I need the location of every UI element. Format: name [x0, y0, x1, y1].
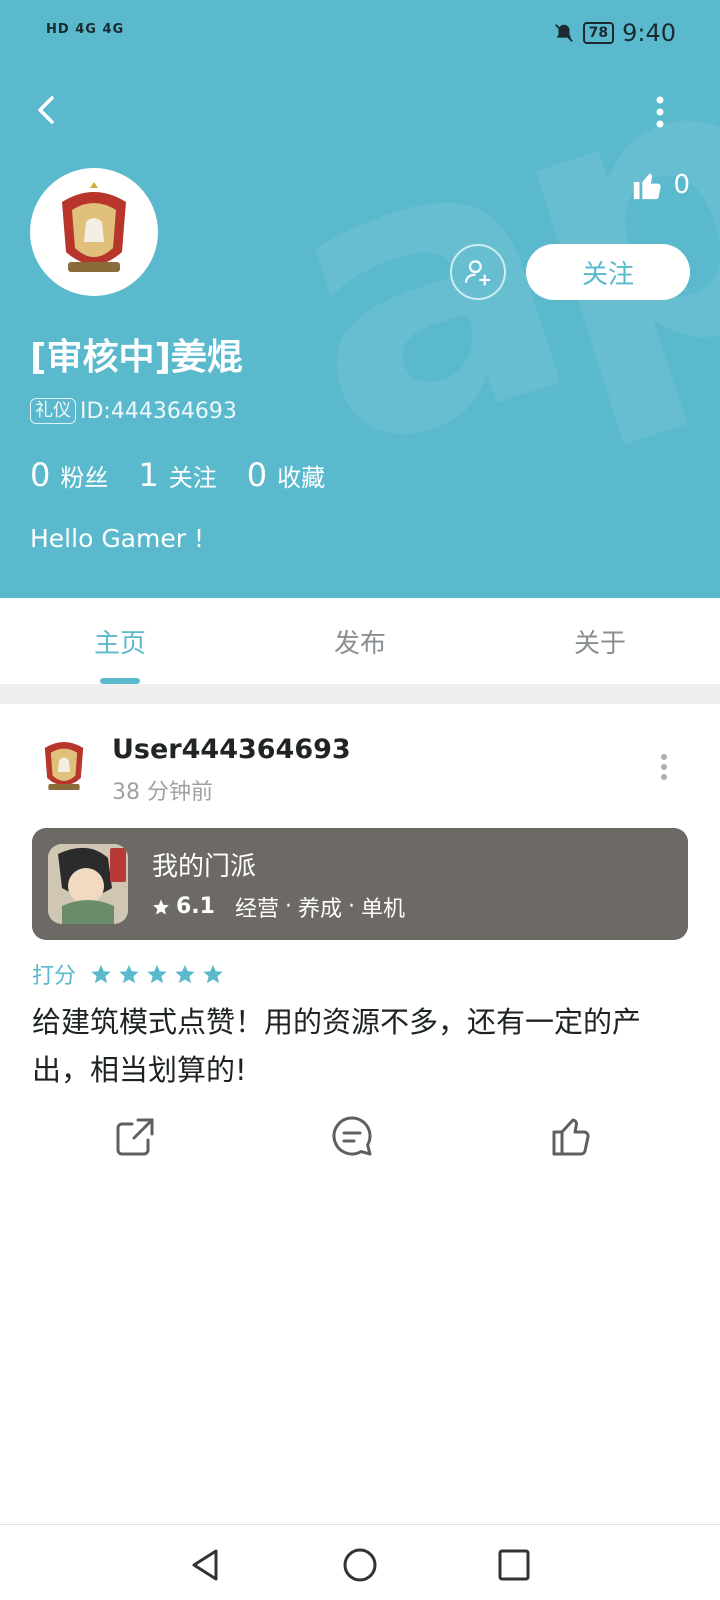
post-timestamp: 38 分钟前 — [112, 780, 213, 805]
post-author-name[interactable]: User444364693 — [112, 734, 351, 765]
profile-tabs: 主页 发布 关于 — [0, 598, 720, 684]
game-meta: 6.1 经营 · 养成 · 单机 — [152, 891, 405, 923]
tab-posts-label: 发布 — [333, 628, 386, 659]
profile-bio: Hello Gamer ! — [30, 524, 204, 553]
profile-username: [审核中]姜焜 — [30, 337, 243, 378]
rating-star-icon — [91, 964, 111, 984]
profile-id-row: 礼仪 ID:444364693 — [30, 398, 237, 424]
profile-page: ap HD 4G 4G 78 9:40 0 关注 [审核中]姜焜 礼仪 ID:4… — [0, 0, 720, 1600]
like-icon[interactable] — [548, 1112, 596, 1160]
signal-indicators: HD 4G 4G — [46, 22, 125, 37]
rating-label: 打分 — [32, 964, 77, 989]
game-name: 我的门派 — [152, 851, 257, 882]
avatar[interactable] — [30, 168, 158, 296]
stat-following-label: 关注 — [168, 464, 217, 492]
game-art-image — [48, 844, 128, 924]
game-icon — [48, 844, 128, 924]
post-author-avatar[interactable] — [34, 736, 94, 796]
add-friend-button[interactable] — [450, 244, 506, 300]
nav-home-icon[interactable] — [340, 1545, 380, 1585]
post-rating: 打分 — [32, 958, 224, 990]
tab-home[interactable]: 主页 — [0, 598, 240, 684]
post-actions — [0, 1112, 720, 1166]
likes-counter[interactable]: 0 — [631, 168, 690, 202]
nav-back-icon[interactable] — [186, 1545, 226, 1585]
section-divider — [0, 684, 720, 704]
profile-stats: 0 粉丝 1 关注 0 收藏 — [30, 456, 355, 494]
tag-separator: · — [285, 894, 292, 919]
battery-indicator: 78 — [582, 22, 615, 44]
game-score: 6.1 — [176, 894, 215, 919]
game-info: 我的门派 6.1 经营 · 养成 · 单机 — [152, 846, 405, 923]
add-user-icon — [464, 260, 490, 286]
rating-stars — [90, 963, 224, 985]
crest-avatar-image — [44, 742, 84, 790]
rating-star-icon — [203, 964, 223, 984]
more-vertical-icon[interactable] — [654, 96, 666, 128]
review-text: 给建筑模式点赞！用的资源不多，还有一定的产出，相当划算的! — [32, 1005, 642, 1087]
system-nav-bar — [0, 1524, 720, 1600]
stat-favorites-label: 收藏 — [277, 464, 326, 492]
game-card[interactable]: 我的门派 6.1 经营 · 养成 · 单机 — [32, 828, 688, 940]
etiquette-tag: 礼仪 — [30, 398, 76, 424]
tab-about-label: 关于 — [573, 628, 626, 659]
post-more-icon[interactable] — [660, 754, 668, 780]
rating-star-icon — [175, 964, 195, 984]
stat-following-count: 1 — [138, 456, 159, 494]
crest-avatar-image — [62, 182, 126, 272]
profile-id: ID:444364693 — [80, 398, 237, 424]
clock: 9:40 — [622, 19, 676, 47]
status-bar: HD 4G 4G 78 9:40 — [0, 14, 720, 58]
stat-favorites[interactable]: 0 收藏 — [247, 456, 325, 494]
tab-about[interactable]: 关于 — [480, 598, 720, 684]
stat-following[interactable]: 1 关注 — [138, 456, 216, 494]
game-tag-3: 单机 — [361, 896, 406, 922]
comment-icon[interactable] — [328, 1112, 376, 1160]
back-arrow-icon[interactable] — [30, 92, 66, 128]
likes-count: 0 — [673, 170, 690, 200]
game-tag-2: 养成 — [298, 896, 343, 922]
mute-bell-icon — [554, 24, 573, 42]
star-icon — [153, 899, 169, 914]
thumbs-up-icon — [634, 173, 662, 200]
stat-fans-count: 0 — [30, 456, 51, 494]
tab-posts[interactable]: 发布 — [240, 598, 480, 684]
tag-separator: · — [348, 894, 356, 919]
game-tag-1: 经营 — [234, 896, 279, 922]
tab-home-label: 主页 — [93, 628, 146, 659]
nav-recents-icon[interactable] — [494, 1545, 534, 1585]
share-icon[interactable] — [112, 1112, 160, 1160]
follow-button[interactable]: 关注 — [526, 244, 690, 300]
profile-header: ap HD 4G 4G 78 9:40 0 关注 [审核中]姜焜 礼仪 ID:4… — [0, 0, 720, 598]
stat-fans-label: 粉丝 — [60, 464, 109, 492]
stat-favorites-count: 0 — [246, 456, 268, 494]
rating-star-icon — [147, 964, 167, 984]
stat-fans[interactable]: 0 粉丝 — [30, 456, 108, 494]
rating-star-icon — [119, 964, 139, 984]
